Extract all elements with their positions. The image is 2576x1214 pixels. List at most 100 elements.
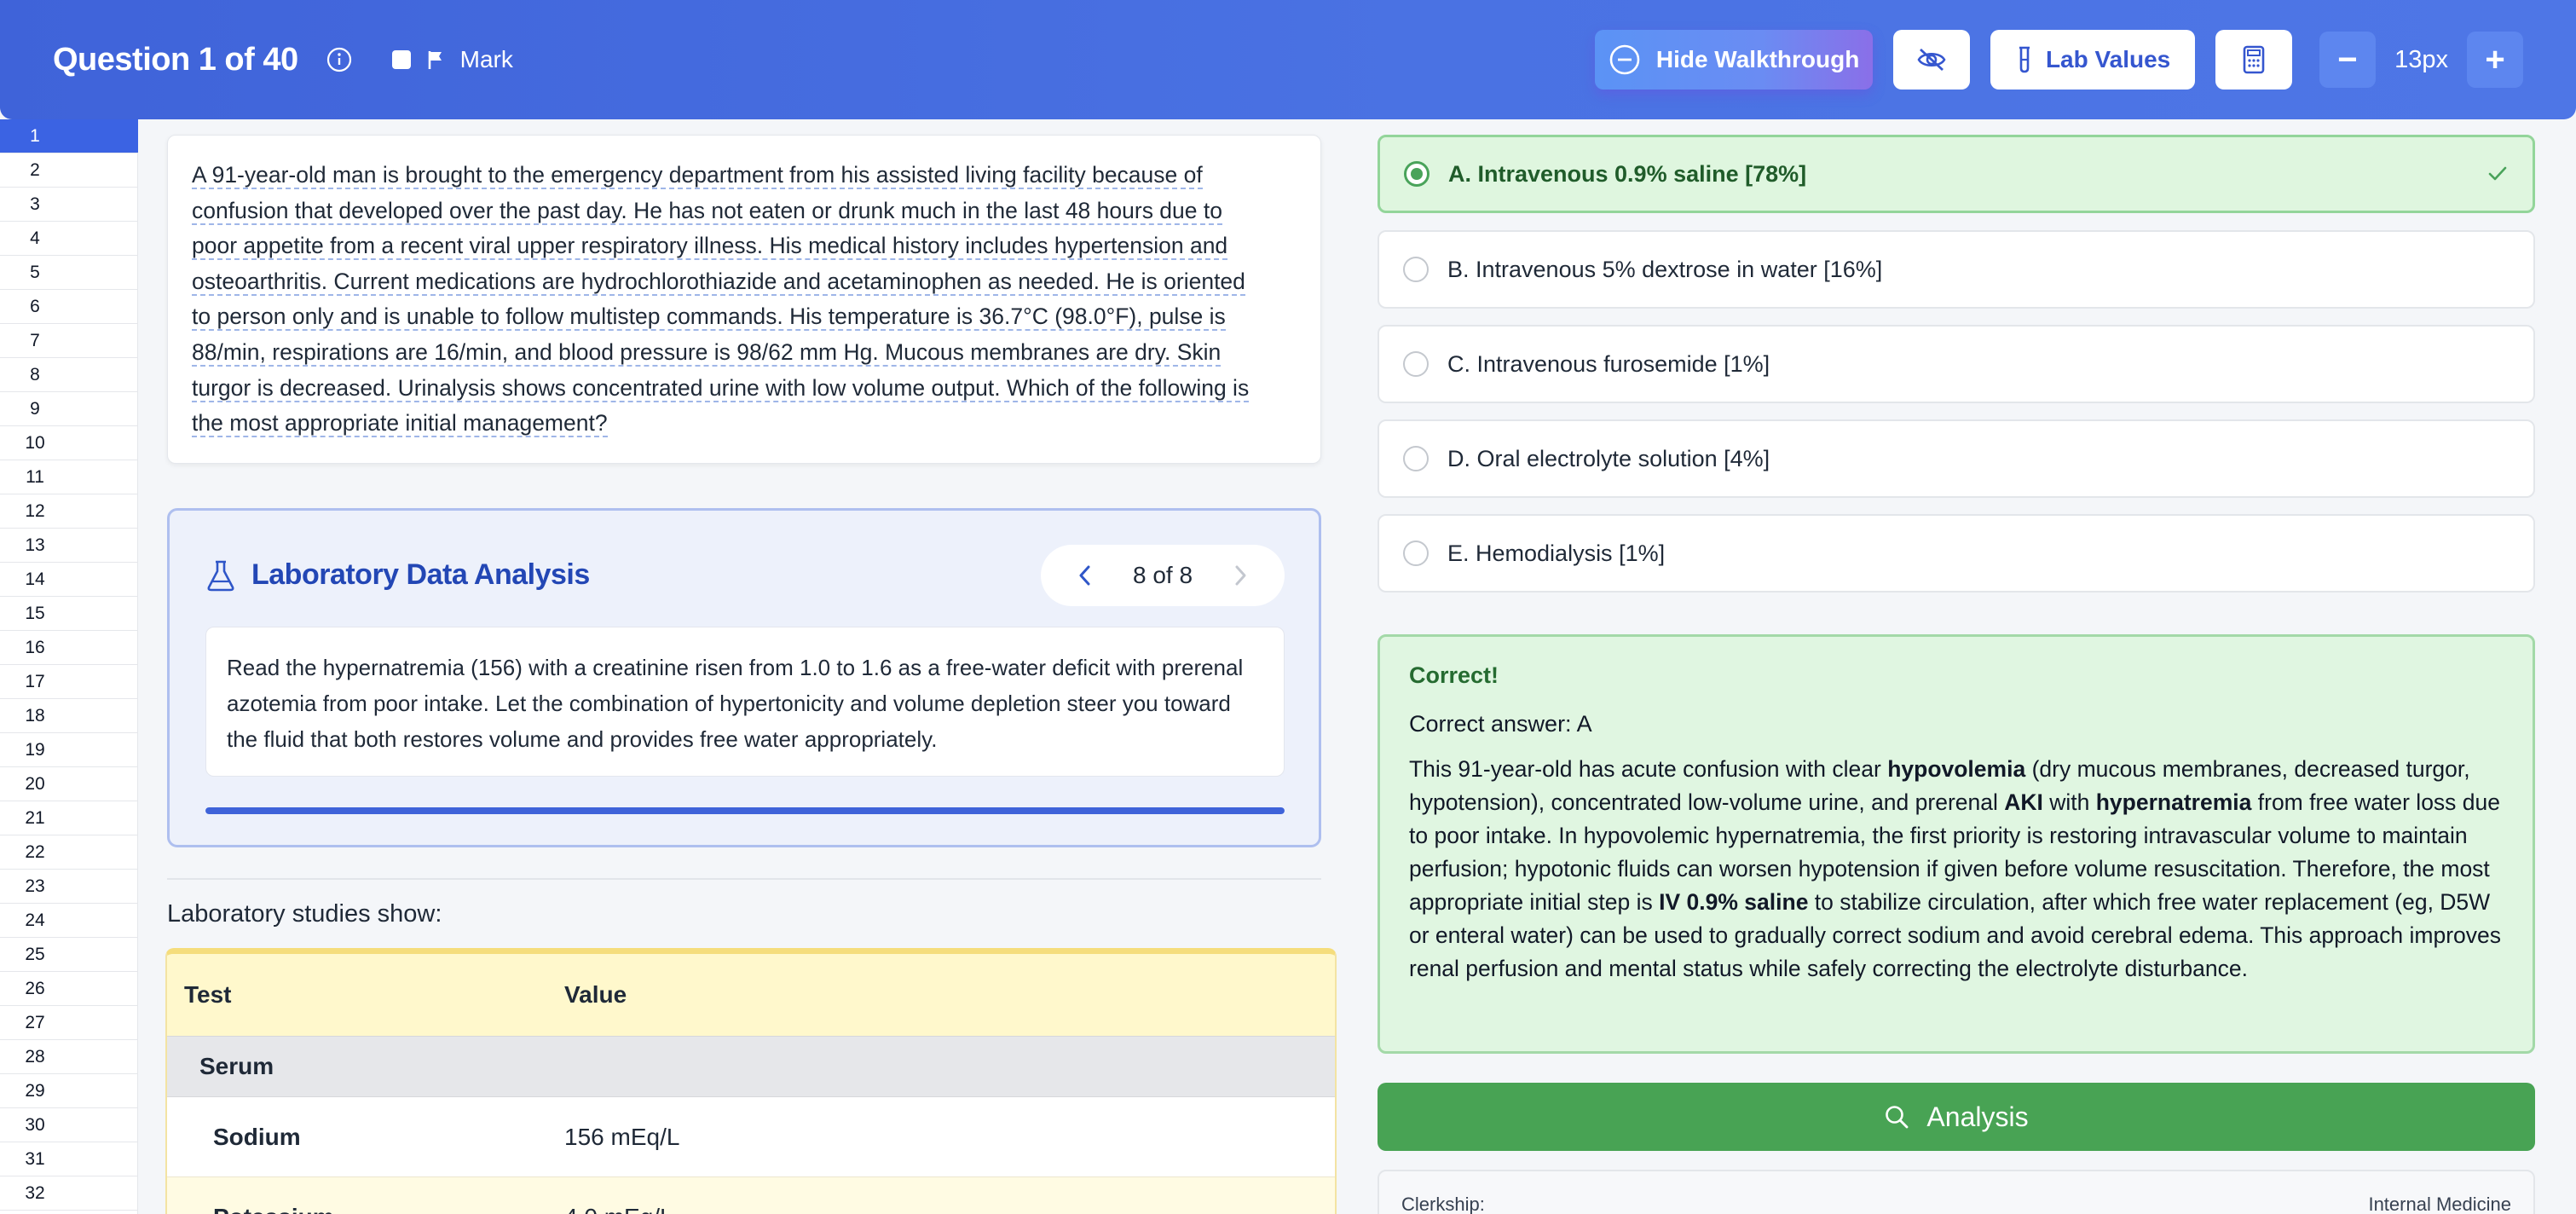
stem-line: turgor is decreased. Urinalysis shows co… xyxy=(192,374,1250,402)
choice-a[interactable]: A. Intravenous 0.9% saline [78%] xyxy=(1378,135,2535,213)
line-number[interactable]: 6 xyxy=(0,290,138,324)
line-number[interactable]: 9 xyxy=(0,392,138,426)
line-number[interactable]: 10 xyxy=(0,426,138,460)
line-number[interactable]: 17 xyxy=(0,665,138,699)
mark-toggle[interactable]: Mark xyxy=(391,46,513,73)
line-number[interactable]: 19 xyxy=(0,733,138,767)
mark-checkbox[interactable] xyxy=(391,50,411,69)
meta-value: Internal Medicine xyxy=(2368,1194,2511,1214)
lab-analysis-title: Laboratory Data Analysis xyxy=(251,558,590,591)
line-number-gutter: 1 2 3 4 5 6 7 8 9 10 11 12 13 14 15 16 17 18 19 20 21 22 23 24 2… xyxy=(0,119,138,1214)
calculator-icon xyxy=(2242,45,2266,74)
search-icon xyxy=(1884,1104,1909,1130)
explanation-panel: Correct! Correct answer: A This 91-year-… xyxy=(1378,634,2535,1054)
choice-label: D. Oral electrolyte solution [4%] xyxy=(1447,445,1770,471)
line-number[interactable]: 30 xyxy=(0,1108,138,1142)
choice-e[interactable]: E. Hemodialysis [1%] xyxy=(1378,514,2535,593)
line-number[interactable]: 16 xyxy=(0,631,138,665)
calculator-button[interactable] xyxy=(2215,30,2293,90)
line-number[interactable]: 12 xyxy=(0,494,138,529)
radio-button[interactable] xyxy=(1403,351,1429,377)
line-number[interactable]: 23 xyxy=(0,870,138,904)
correct-answer: Correct answer: A xyxy=(1409,711,1592,737)
test-value: 156 mEq/L xyxy=(564,1123,680,1150)
choice-label: B. Intravenous 5% dextrose in water [16%… xyxy=(1447,256,1883,282)
line-number[interactable]: 20 xyxy=(0,767,138,801)
line-number[interactable]: 7 xyxy=(0,324,138,358)
test-value: 4.0 mEq/L xyxy=(564,1204,1335,1214)
line-number[interactable]: 3 xyxy=(0,188,138,222)
analysis-button[interactable]: Analysis xyxy=(1378,1083,2535,1151)
choice-c[interactable]: C. Intravenous furosemide [1%] xyxy=(1378,325,2535,403)
line-number[interactable]: 28 xyxy=(0,1040,138,1074)
radio-selected[interactable] xyxy=(1404,161,1430,187)
line-number[interactable]: 27 xyxy=(0,1006,138,1040)
stem-line: poor appetite from a recent viral upper … xyxy=(192,233,1228,261)
question-stem: A 91-year-old man is brought to the emer… xyxy=(167,135,1321,464)
line-number[interactable]: 8 xyxy=(0,358,138,392)
test-name: Sodium xyxy=(213,1123,301,1150)
lab-table: Test Value Serum Sodium 156 mEq/L Potass… xyxy=(165,948,1337,1214)
highlight-term: hypernatremia xyxy=(2095,789,2252,815)
stem-line: 88/min, respirations are 16/min, and blo… xyxy=(192,338,1222,367)
radio-button[interactable] xyxy=(1403,541,1429,566)
radio-button[interactable] xyxy=(1403,257,1429,282)
choice-b[interactable]: B. Intravenous 5% dextrose in water [16%… xyxy=(1378,230,2535,309)
minus-circle-icon xyxy=(1609,43,1641,76)
lab-progress-bar xyxy=(205,807,1285,814)
line-number[interactable]: 11 xyxy=(0,460,138,494)
info-icon[interactable] xyxy=(326,46,353,73)
lab-values-button[interactable]: Lab Values xyxy=(1990,30,2196,90)
hide-walkthrough-button[interactable]: Hide Walkthrough xyxy=(1595,30,1874,90)
line-number[interactable]: 2 xyxy=(0,153,138,188)
increase-font-button[interactable]: + xyxy=(2467,32,2523,88)
lab-pager: 8 of 8 xyxy=(1041,545,1285,606)
line-number[interactable]: 18 xyxy=(0,699,138,733)
line-number[interactable]: 1 xyxy=(0,119,138,153)
line-number[interactable]: 25 xyxy=(0,938,138,972)
choice-d[interactable]: D. Oral electrolyte solution [4%] xyxy=(1378,419,2535,498)
choice-label: A. Intravenous 0.9% saline [78%] xyxy=(1448,160,1807,187)
flask-icon xyxy=(205,559,236,592)
meta-label: Clerkship: xyxy=(1401,1194,1485,1214)
stem-line: to person only and is unable to follow m… xyxy=(192,304,1226,332)
line-number[interactable]: 29 xyxy=(0,1074,138,1108)
lab-table-header: Test Value xyxy=(167,954,1335,1036)
flag-icon xyxy=(426,49,445,70)
line-number[interactable]: 26 xyxy=(0,972,138,1006)
line-number[interactable]: 24 xyxy=(0,904,138,938)
choice-label: C. Intravenous furosemide [1%] xyxy=(1447,350,1770,377)
line-number[interactable]: 15 xyxy=(0,597,138,631)
chevron-right-icon[interactable] xyxy=(1230,563,1250,588)
analysis-label: Analysis xyxy=(1926,1101,2029,1132)
choice-label: E. Hemodialysis [1%] xyxy=(1447,540,1666,566)
highlight-term: AKI xyxy=(2004,789,2043,815)
header-value: Value xyxy=(564,981,627,1008)
highlight-term: IV 0.9% saline xyxy=(1659,889,1809,915)
chevron-left-icon[interactable] xyxy=(1075,563,1095,588)
table-row: Potassium 4.0 mEq/L xyxy=(167,1177,1335,1214)
stem-text: A 91-year-old man is brought to the emer… xyxy=(192,158,1297,442)
question-counter: Question 1 of 40 xyxy=(53,41,298,78)
decrease-font-button[interactable]: − xyxy=(2319,32,2377,88)
line-number[interactable]: 13 xyxy=(0,529,138,563)
line-number[interactable]: 21 xyxy=(0,801,138,835)
lab-studies-label: Laboratory studies show: xyxy=(167,900,442,928)
line-number[interactable]: 31 xyxy=(0,1142,138,1176)
toggle-visibility-button[interactable] xyxy=(1893,30,1971,90)
line-number[interactable]: 32 xyxy=(0,1176,138,1211)
line-number[interactable]: 5 xyxy=(0,256,138,290)
header-test: Test xyxy=(184,981,232,1008)
radio-button[interactable] xyxy=(1403,446,1429,471)
question-meta: Clerkship: Internal Medicine xyxy=(1378,1170,2535,1214)
line-number[interactable]: 22 xyxy=(0,835,138,870)
result-status: Correct! xyxy=(1409,662,1499,688)
stem-line: osteoarthritis. Current medications are … xyxy=(192,268,1245,296)
top-bar: Question 1 of 40 Mark Hide Walkthrough L… xyxy=(0,0,2576,119)
line-number[interactable]: 4 xyxy=(0,222,138,256)
test-tube-icon xyxy=(2015,46,2034,73)
line-number[interactable]: 14 xyxy=(0,563,138,597)
highlight-term: hypovolemia xyxy=(1887,756,2026,782)
stem-line: confusion that developed over the past d… xyxy=(192,197,1222,225)
lab-analysis-card: Laboratory Data Analysis 8 of 8 Read the… xyxy=(167,508,1321,847)
